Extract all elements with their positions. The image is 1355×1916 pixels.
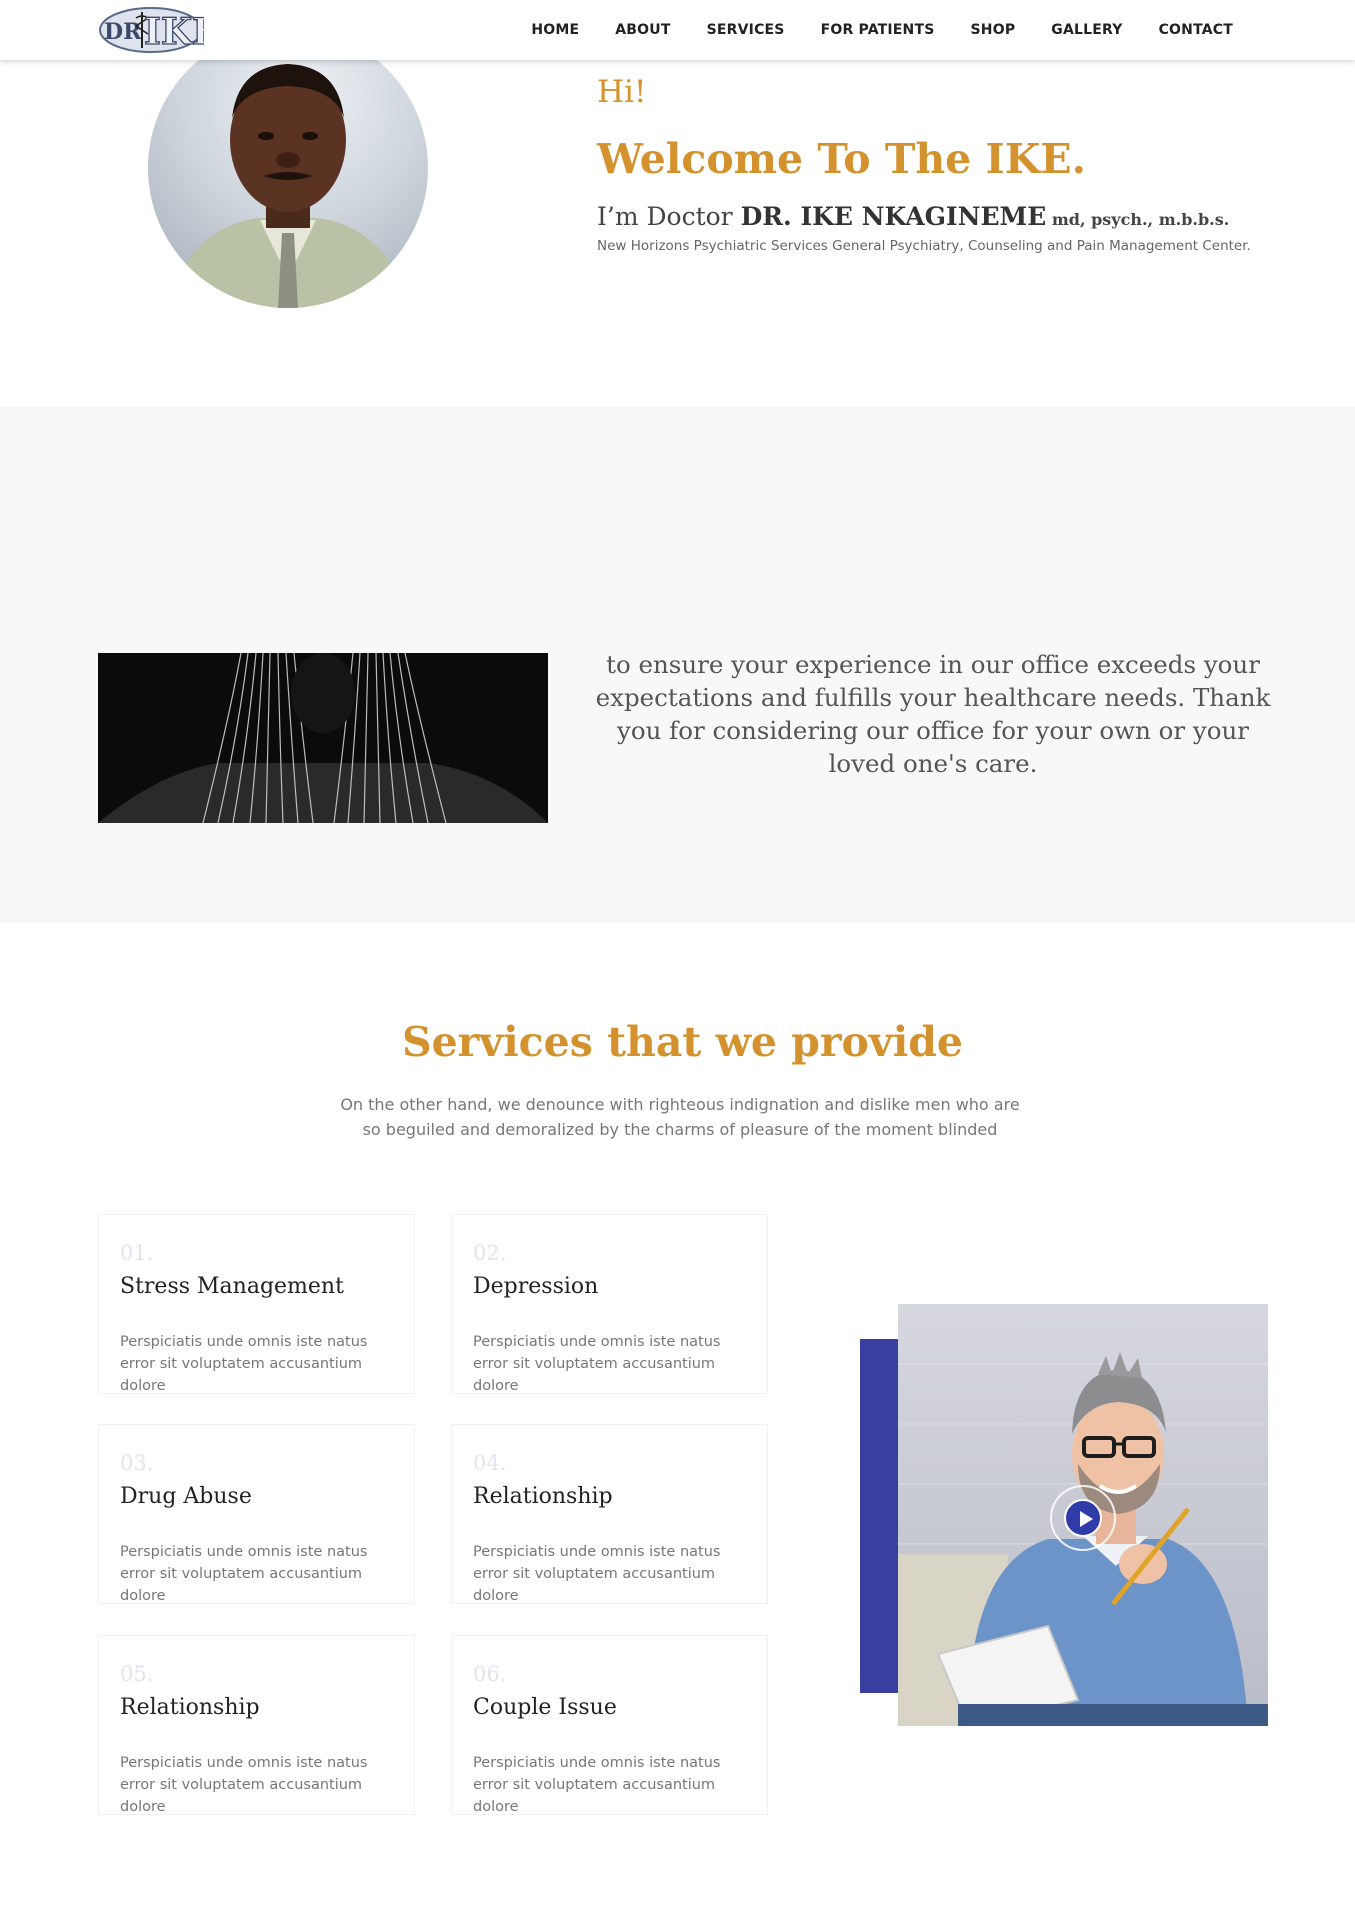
service-text: Perspiciatis unde omnis iste natus error… bbox=[120, 1755, 368, 1815]
nav-contact[interactable]: CONTACT bbox=[1141, 22, 1251, 38]
service-number: 02. bbox=[473, 1241, 507, 1265]
svg-text:DR: DR bbox=[104, 19, 142, 45]
service-card[interactable]: 04. Relationship Perspiciatis unde omnis… bbox=[451, 1424, 768, 1604]
service-text: Perspiciatis unde omnis iste natus error… bbox=[473, 1755, 721, 1815]
service-card[interactable]: 03. Drug Abuse Perspiciatis unde omnis i… bbox=[98, 1424, 415, 1604]
service-title: Couple Issue bbox=[473, 1695, 617, 1720]
nav-for-patients[interactable]: FOR PATIENTS bbox=[803, 22, 953, 38]
nav-about[interactable]: ABOUT bbox=[597, 22, 688, 38]
doctor-name: DR. IKE NKAGINEME bbox=[740, 202, 1047, 231]
doctor-portrait bbox=[148, 28, 428, 308]
navbar: DR IKE HOME ABOUT SERVICES FOR PATIENTS … bbox=[0, 0, 1355, 60]
doctor-credentials: md, psych., m.b.b.s. bbox=[1046, 210, 1230, 229]
service-text: Perspiciatis unde omnis iste natus error… bbox=[473, 1334, 721, 1394]
nav-services[interactable]: SERVICES bbox=[689, 22, 803, 38]
service-title: Depression bbox=[473, 1274, 599, 1299]
nav-home[interactable]: HOME bbox=[513, 22, 597, 38]
decorative-blue-bar bbox=[860, 1339, 900, 1693]
service-title: Relationship bbox=[120, 1695, 260, 1720]
hero-subtitle: New Horizons Psychiatric Services Genera… bbox=[597, 238, 1251, 254]
service-title: Drug Abuse bbox=[120, 1484, 252, 1509]
service-card[interactable]: 02. Depression Perspiciatis unde omnis i… bbox=[451, 1214, 768, 1394]
service-text: Perspiciatis unde omnis iste natus error… bbox=[120, 1544, 368, 1604]
service-card[interactable]: 01. Stress Management Perspiciatis unde … bbox=[98, 1214, 415, 1394]
service-title: Stress Management bbox=[120, 1274, 344, 1299]
service-number: 03. bbox=[120, 1451, 154, 1475]
site-logo[interactable]: DR IKE bbox=[98, 6, 204, 54]
service-card[interactable]: 05. Relationship Perspiciatis unde omnis… bbox=[98, 1635, 415, 1815]
mission-image bbox=[98, 653, 548, 823]
service-number: 04. bbox=[473, 1451, 507, 1475]
main-nav: HOME ABOUT SERVICES FOR PATIENTS SHOP GA… bbox=[513, 0, 1251, 60]
hero-greeting: Hi! bbox=[597, 74, 647, 110]
doctor-prefix: I’m Doctor bbox=[597, 202, 741, 231]
hero-welcome-title: Welcome To The IKE. bbox=[597, 135, 1086, 183]
service-number: 05. bbox=[120, 1662, 154, 1686]
service-number: 06. bbox=[473, 1662, 507, 1686]
service-title: Relationship bbox=[473, 1484, 613, 1509]
mission-quote: to ensure your experience in our office … bbox=[595, 650, 1271, 778]
service-number: 01. bbox=[120, 1241, 154, 1265]
services-title: Services that we provide bbox=[401, 1018, 964, 1066]
doctor-intro: I’m Doctor DR. IKE NKAGINEME md, psych.,… bbox=[597, 202, 1229, 231]
service-text: Perspiciatis unde omnis iste natus error… bbox=[473, 1544, 721, 1604]
nav-shop[interactable]: SHOP bbox=[953, 22, 1034, 38]
play-icon[interactable] bbox=[1064, 1499, 1102, 1537]
video-play-button[interactable] bbox=[1050, 1485, 1116, 1551]
service-text: Perspiciatis unde omnis iste natus error… bbox=[120, 1334, 368, 1394]
service-card[interactable]: 06. Couple Issue Perspiciatis unde omnis… bbox=[451, 1635, 768, 1815]
services-description: On the other hand, we denounce with righ… bbox=[340, 1095, 1020, 1139]
nav-gallery[interactable]: GALLERY bbox=[1033, 22, 1140, 38]
svg-text:IKE: IKE bbox=[144, 11, 204, 53]
